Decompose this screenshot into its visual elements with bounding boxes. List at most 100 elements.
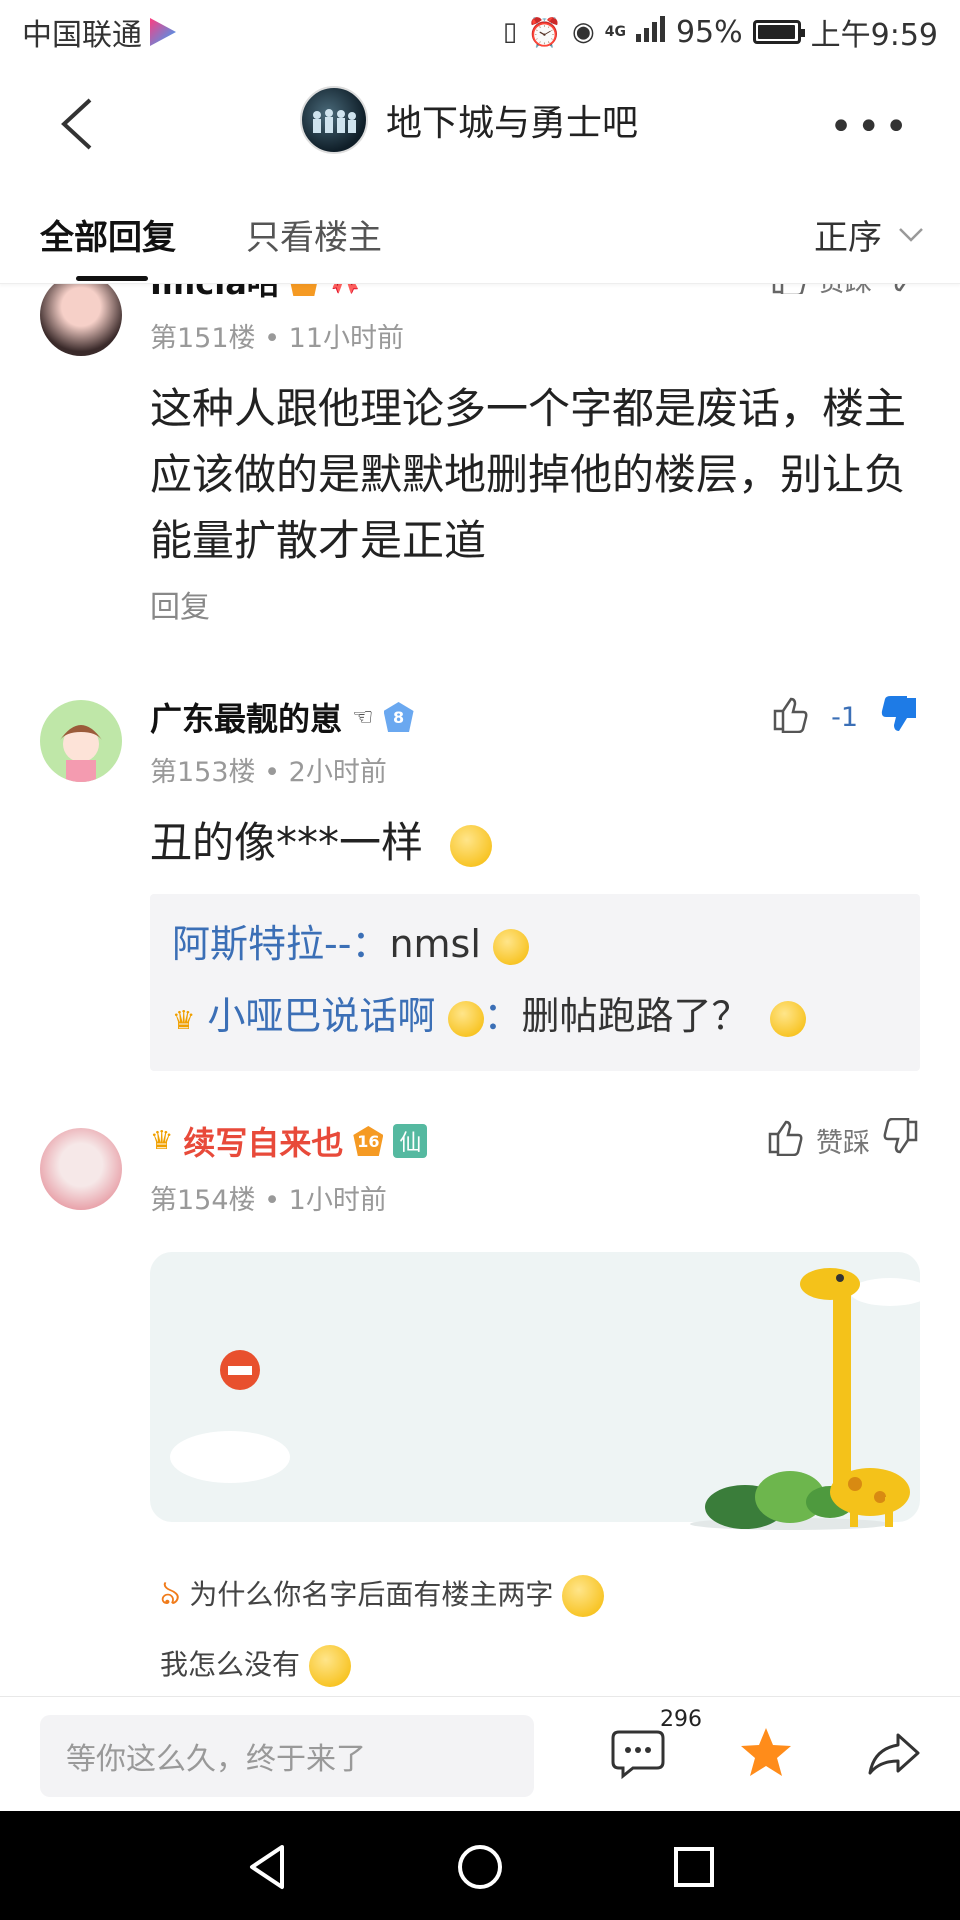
sub-reply[interactable]: ♛ 小哑巴说话啊 ：删帖跑路了？ — [172, 980, 898, 1057]
nav-bar: 地下城与勇士吧 ••• — [0, 64, 960, 184]
flame-icon: ঌ — [160, 1573, 181, 1613]
level-badge: 16 — [353, 1126, 384, 1156]
forum-avatar — [300, 86, 368, 154]
reply-content: 丑的像***一样 — [150, 810, 920, 876]
network-label: 4G — [604, 24, 626, 40]
system-home-button[interactable] — [450, 1837, 510, 1897]
confused-emoji-icon — [769, 1000, 806, 1037]
username[interactable]: Imcia咕 🎀 — [150, 284, 361, 304]
battery-icon — [752, 20, 805, 44]
share-button[interactable] — [864, 1723, 924, 1783]
comment-button[interactable] — [608, 1723, 668, 1783]
alarm-icon: ⏰ — [527, 15, 563, 49]
chevron-left-icon — [61, 98, 92, 150]
grinning-emoji-icon — [450, 824, 493, 867]
reply-list[interactable]: Imcia咕 🎀 赞踩 第151楼 • 11小时前 这种人跟他理论多一个字都是废… — [0, 284, 960, 1696]
floor-meta: 第151楼 • 11小时前 — [150, 316, 404, 355]
thumb-down-icon[interactable] — [884, 284, 920, 301]
floor-meta: 第153楼 • 2小时前 — [150, 750, 387, 789]
favorite-button[interactable] — [736, 1723, 796, 1783]
level-badge: 8 — [383, 702, 414, 732]
meta-separator: • — [264, 757, 281, 788]
star-icon — [741, 1728, 791, 1776]
forum-title: 地下城与勇士吧 — [386, 103, 639, 144]
system-back-button[interactable] — [238, 1837, 298, 1897]
comment-count: 296 — [660, 1707, 702, 1732]
reply-item: Imcia咕 🎀 赞踩 第151楼 • 11小时前 这种人跟他理论多一个字都是废… — [0, 284, 960, 664]
giraffe-sticker — [170, 1268, 930, 1530]
carrier-label: 中国联通 — [22, 18, 142, 53]
username[interactable]: 广东最靓的崽 ☜ 8 — [150, 694, 414, 740]
vibrate-icon: ▯ — [502, 17, 518, 47]
post-time: 11小时前 — [288, 323, 405, 354]
sort-toggle[interactable]: 正序 — [814, 210, 924, 259]
crown-icon: ♛ — [150, 1126, 174, 1156]
like-actions: 赞踩 — [770, 284, 920, 301]
avatar[interactable] — [40, 700, 122, 782]
thumb-down-icon-active[interactable] — [880, 694, 920, 741]
like-label: 赞踩 — [818, 284, 872, 299]
avatar[interactable] — [40, 1128, 122, 1210]
sub-reply-text: 删帖跑路了？ — [521, 994, 750, 1038]
chevron-down-icon — [899, 227, 923, 242]
post-time: 1小时前 — [288, 1185, 387, 1216]
back-button[interactable] — [52, 94, 112, 154]
sub-reply-text: nmsl — [389, 922, 481, 966]
gift-icon: 🎀 — [329, 284, 361, 296]
battery-percent: 95% — [675, 14, 743, 50]
like-actions: 赞踩 — [766, 1117, 920, 1163]
reply-item: ♛ 续写自来也 16 仙 赞踩 第154楼 • 1小时前 ঌ 为什么你名字后面有… — [0, 1117, 960, 1696]
comment-input[interactable]: 等你这么久，终于来了 — [40, 1715, 534, 1797]
system-recents-button[interactable] — [664, 1837, 724, 1897]
more-button[interactable]: ••• — [829, 104, 912, 150]
crying-emoji-icon — [308, 1645, 351, 1687]
sub-reply-separator: ： — [351, 922, 390, 966]
pointing-hand-icon: ☜ — [352, 703, 374, 731]
immortal-badge: 仙 — [393, 1124, 428, 1158]
tab-all-replies[interactable]: 全部回复 — [40, 210, 176, 259]
post-time: 2小时前 — [288, 757, 387, 788]
comment-bubble-icon — [611, 1730, 665, 1780]
floor-number: 第154楼 — [150, 1185, 256, 1216]
sticker-caption: ঌ 为什么你名字后面有楼主两字 我怎么没有 — [160, 1558, 605, 1696]
floor-meta: 第154楼 • 1小时前 — [150, 1178, 387, 1217]
circle-home-icon — [458, 1845, 502, 1889]
sticker-image[interactable] — [150, 1252, 930, 1530]
thumb-up-icon[interactable] — [770, 284, 806, 301]
username[interactable]: ♛ 续写自来也 16 仙 — [150, 1118, 428, 1164]
clock: 上午9:59 — [810, 18, 938, 53]
reply-content: 这种人跟他理论多一个字都是废话，楼主应该做的是默默地删掉他的楼层，别让负能量扩散… — [150, 384, 907, 565]
sub-reply-author[interactable]: 阿斯特拉-- — [172, 922, 351, 966]
youku-icon — [150, 18, 176, 46]
crown-icon: ♛ — [172, 1006, 196, 1036]
status-bar: 中国联通 ▯ ⏰ ◉ 4G 95% 上午9:59 — [0, 0, 960, 64]
bottom-bar: 等你这么久，终于来了 296 — [0, 1696, 960, 1811]
level-badge — [288, 284, 319, 296]
caption-line-2: 我怎么没有 — [160, 1648, 301, 1681]
sub-reply-box[interactable]: 阿斯特拉--：nmsl ♛ 小哑巴说话啊 ：删帖跑路了？ — [150, 894, 920, 1071]
sort-label: 正序 — [814, 218, 882, 258]
thumb-up-icon[interactable] — [766, 1118, 804, 1163]
forum-header[interactable]: 地下城与勇士吧 — [300, 86, 638, 154]
thumb-up-icon[interactable] — [771, 695, 809, 740]
tab-op-only[interactable]: 只看楼主 — [246, 210, 382, 259]
like-actions: -1 — [771, 694, 920, 741]
floor-number: 第151楼 — [150, 323, 256, 354]
meta-separator: • — [264, 1185, 281, 1216]
avatar[interactable] — [40, 284, 122, 356]
sub-reply[interactable]: 阿斯特拉--：nmsl — [172, 908, 898, 980]
reply-tabs: 全部回复 只看楼主 正序 — [0, 184, 960, 284]
sub-reply-author[interactable]: 小哑巴说话啊 — [207, 994, 435, 1038]
triangle-back-icon — [250, 1845, 284, 1889]
floor-number: 第153楼 — [150, 757, 256, 788]
vote-count: -1 — [831, 702, 858, 733]
signal-icon — [635, 15, 666, 50]
tab-active-indicator — [76, 276, 148, 281]
sub-reply-separator: ： — [483, 994, 522, 1038]
eye-icon: ◉ — [572, 17, 595, 47]
square-recents-icon — [674, 1847, 714, 1887]
more-dots-icon: ••• — [829, 104, 912, 150]
reply-button[interactable]: 回复 — [150, 582, 210, 626]
laughing-tears-emoji-icon — [447, 1000, 484, 1037]
thumb-down-icon[interactable] — [882, 1117, 920, 1163]
